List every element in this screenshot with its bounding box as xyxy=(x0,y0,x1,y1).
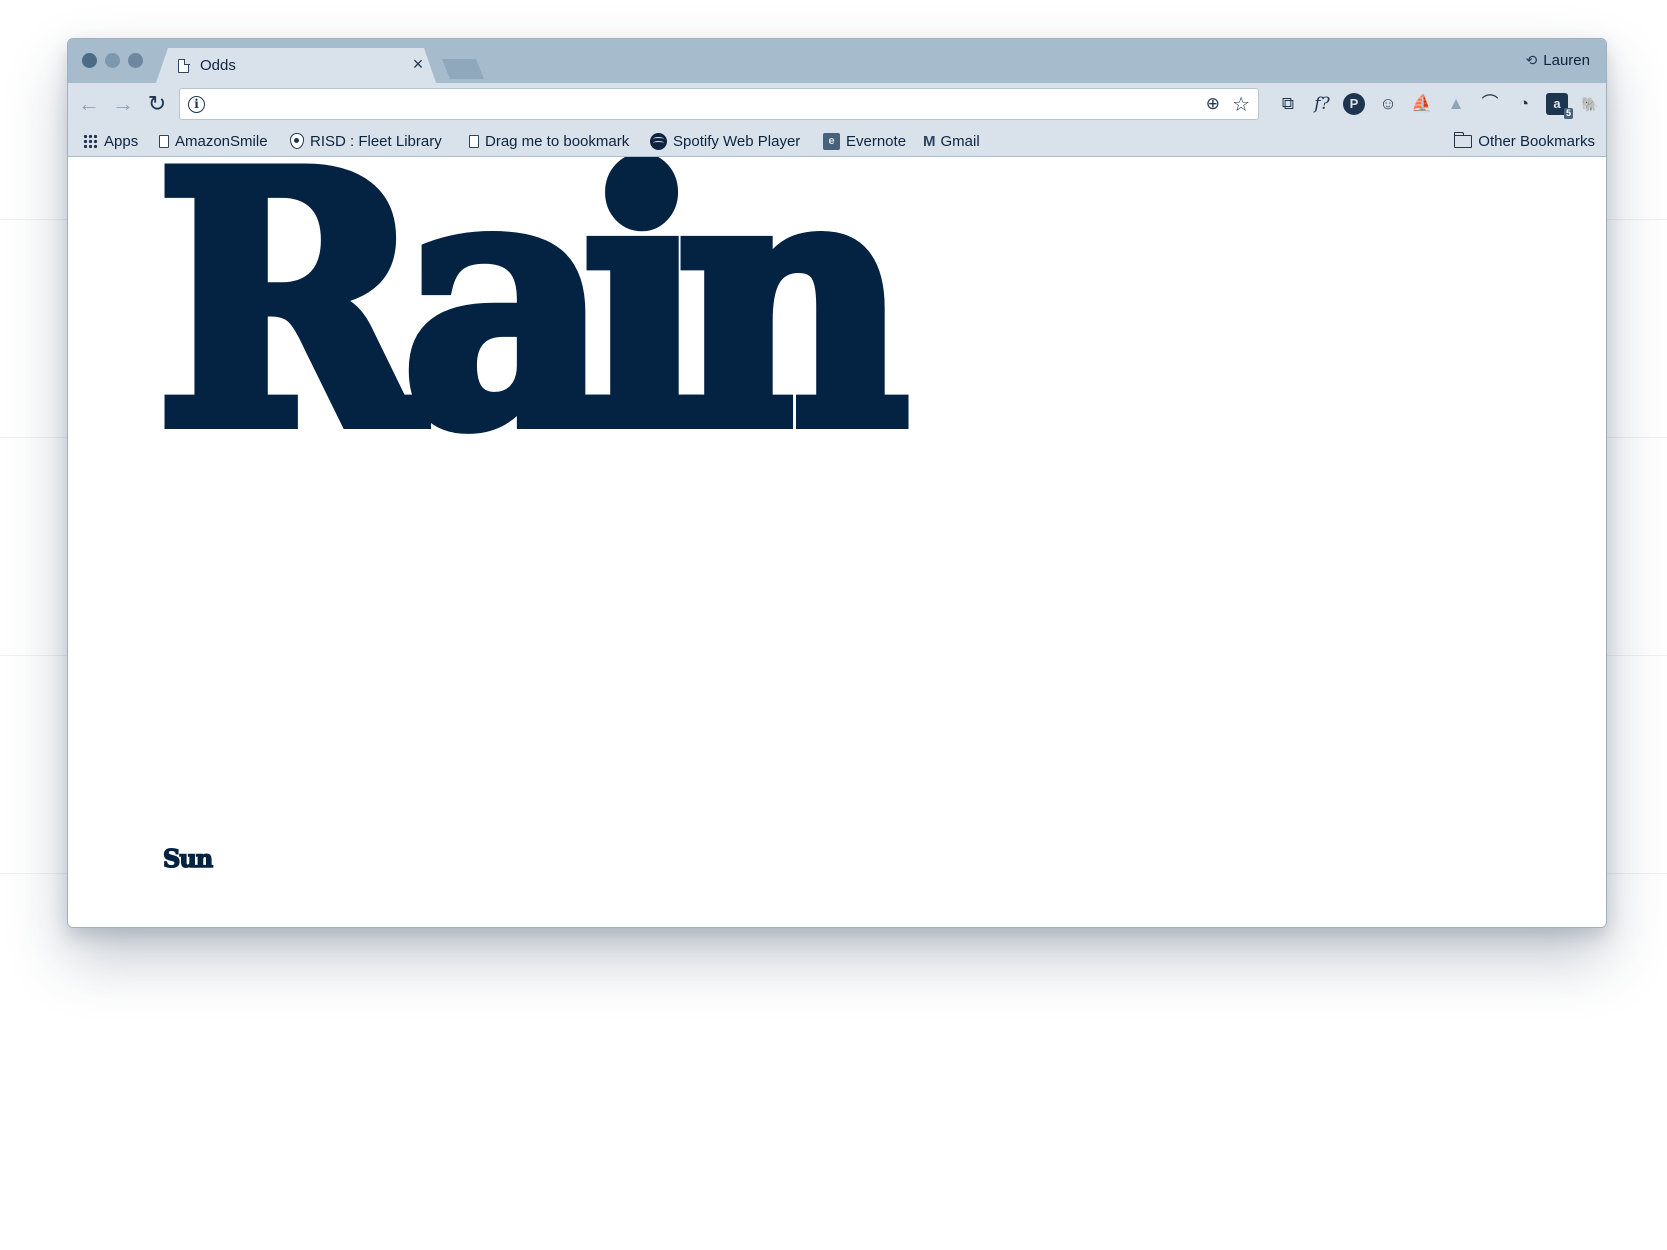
bookmark-amazonsmile[interactable]: AmazonSmile xyxy=(159,131,268,151)
address-bar[interactable]: i ⊕ ☆ xyxy=(179,88,1259,120)
bookmark-risd-fleet-library[interactable]: RISD : Fleet Library xyxy=(290,131,442,151)
bookmark-label: Drag me to bookmark xyxy=(485,132,630,150)
zoom-icon[interactable]: ⊕ xyxy=(1206,94,1220,114)
bookmark-evernote[interactable]: e Evernote xyxy=(823,131,906,151)
bookmark-label: Gmail xyxy=(940,132,980,150)
window-maximize-button[interactable] xyxy=(128,53,143,68)
bookmark-drag-me[interactable]: Drag me to bookmark xyxy=(469,131,629,151)
sync-icon: ⟲ xyxy=(1525,52,1538,68)
site-info-icon[interactable]: i xyxy=(188,96,205,113)
bookmark-label: Apps xyxy=(104,132,139,150)
page-subword: Sun xyxy=(162,843,214,874)
tab-close-icon[interactable]: × xyxy=(408,54,428,74)
owl-icon[interactable]: ☺ xyxy=(1377,93,1399,115)
new-tab-button[interactable] xyxy=(442,59,484,79)
browser-window: Odds × ⟲ Lauren ← → ↻ i ⊕ ☆ ⧉ f? P ☺ ⛵ ▲… xyxy=(67,38,1607,928)
evernote-extension-icon[interactable]: 🐘 xyxy=(1579,93,1601,115)
tab-odds[interactable]: Odds × xyxy=(156,48,436,83)
spotify-icon xyxy=(650,132,667,150)
back-arrow-icon[interactable]: ← xyxy=(76,91,102,117)
bookmarks-bar: Apps AmazonSmile RISD : Fleet Library Dr… xyxy=(68,125,1606,157)
window-close-button[interactable] xyxy=(82,53,97,68)
page-icon xyxy=(159,134,169,148)
tab-background xyxy=(156,48,436,83)
drive-icon[interactable]: ▲ xyxy=(1445,93,1467,115)
tab-title: Odds xyxy=(200,57,236,74)
cast-icon[interactable]: ⧉ xyxy=(1277,93,1299,115)
url-input[interactable] xyxy=(214,93,1114,115)
page-headline: Rain xyxy=(149,157,915,504)
bookmark-label: Other Bookmarks xyxy=(1478,132,1595,150)
apps-grid-icon xyxy=(83,133,98,149)
profile-button[interactable]: ⟲ Lauren xyxy=(1526,52,1590,69)
amazon-assistant-glyph: a xyxy=(1553,96,1561,111)
window-minimize-button[interactable] xyxy=(105,53,120,68)
swoosh-icon[interactable]: ⌒ xyxy=(1479,93,1501,115)
bookmark-label: Spotify Web Player xyxy=(673,132,801,150)
reload-icon[interactable]: ↻ xyxy=(144,91,170,117)
page-content: Rain Sun xyxy=(68,157,1606,927)
pinterest-icon[interactable]: P xyxy=(1343,93,1365,115)
page-icon xyxy=(178,58,190,73)
browser-toolbar: ← → ↻ i ⊕ ☆ ⧉ f? P ☺ ⛵ ▲ ⌒ ◔ a 5 🐘 ▣ ⋮ xyxy=(68,83,1606,125)
bookmark-label: AmazonSmile xyxy=(175,132,268,150)
page-icon xyxy=(469,134,479,148)
profile-name: Lauren xyxy=(1543,52,1590,69)
bookmark-other-folder[interactable]: Other Bookmarks xyxy=(1453,131,1595,151)
font-finder-icon[interactable]: f? xyxy=(1311,93,1333,115)
bookmark-label: Evernote xyxy=(846,132,907,150)
bookmark-apps[interactable]: Apps xyxy=(83,131,138,151)
gmail-icon: M xyxy=(923,132,935,150)
forward-arrow-icon[interactable]: → xyxy=(110,91,136,117)
folder-icon xyxy=(1453,131,1473,148)
risd-icon xyxy=(290,133,304,149)
boat-icon[interactable]: ⛵ xyxy=(1411,93,1433,115)
bookmark-gmail[interactable]: M Gmail xyxy=(923,131,980,151)
clock-icon[interactable]: ◔ xyxy=(1513,93,1535,115)
evernote-icon: e xyxy=(823,132,840,150)
amazon-assistant-icon[interactable]: a 5 xyxy=(1546,93,1573,119)
bookmark-spotify[interactable]: Spotify Web Player xyxy=(650,131,800,151)
tab-strip: Odds × ⟲ Lauren xyxy=(68,39,1606,83)
bookmark-label: RISD : Fleet Library xyxy=(310,132,442,150)
notification-badge: 5 xyxy=(1563,108,1573,119)
screenshot-stage: Odds × ⟲ Lauren ← → ↻ i ⊕ ☆ ⧉ f? P ☺ ⛵ ▲… xyxy=(0,0,1667,1250)
bookmark-star-icon[interactable]: ☆ xyxy=(1232,92,1250,117)
